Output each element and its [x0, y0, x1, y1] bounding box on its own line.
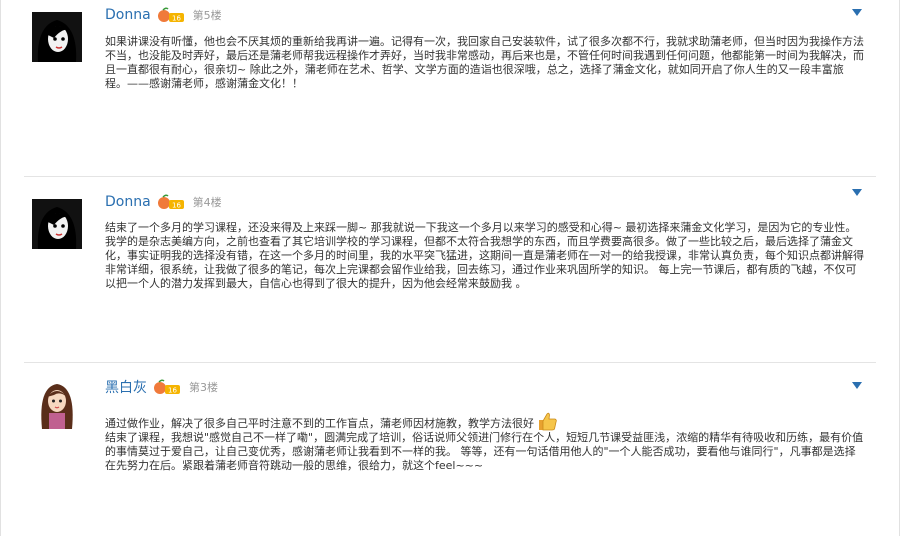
- frame-border-left: [0, 0, 1, 536]
- svg-text:16: 16: [172, 202, 181, 210]
- avatar-girl-icon: [32, 379, 82, 429]
- svg-text:16: 16: [168, 387, 177, 395]
- post-content: 通过做作业，解决了很多自己平时注意不到的工作盲点，蒲老师因材施教，教学方法很好 …: [105, 411, 865, 473]
- collapse-arrow-icon[interactable]: [852, 9, 862, 16]
- post-paragraph-text: 通过做作业，解决了很多自己平时注意不到的工作盲点，蒲老师因材施教，教学方法很好: [105, 417, 534, 430]
- post-header: Donna 16 第4楼: [105, 193, 222, 211]
- collapse-arrow-icon[interactable]: [852, 189, 862, 196]
- username-link[interactable]: Donna: [105, 194, 151, 210]
- user-avatar[interactable]: [32, 12, 82, 62]
- forum-thread: Donna 16 第5楼 如果讲课没有听懂，他也会不厌其烦的重新给我再讲一遍。记…: [0, 0, 900, 536]
- post-paragraph: 结束了课程，我想说"感觉自己不一样了嘞"，圆满完成了培训，俗话说师父领进门修行在…: [105, 431, 864, 472]
- post-paragraph: 通过做作业，解决了很多自己平时注意不到的工作盲点，蒲老师因材施教，教学方法很好: [105, 411, 865, 431]
- user-avatar[interactable]: [32, 199, 82, 249]
- reply-post-3: 黑白灰 16 第3楼 通过做作业，解决了很多自己平时注意不到的工作盲点，蒲老师因…: [24, 362, 876, 537]
- user-avatar[interactable]: [32, 379, 82, 429]
- thumbs-up-icon: [539, 412, 557, 431]
- post-paragraph: 结束了一个多月的学习课程，还没来得及上来踩一脚~ 那我就说一下我这一个多月以来学…: [105, 221, 864, 290]
- peach-level-icon: 16: [157, 194, 184, 210]
- floor-number: 第5楼: [192, 9, 222, 22]
- peach-level-icon: 16: [154, 379, 180, 395]
- post-content: 结束了一个多月的学习课程，还没来得及上来踩一脚~ 那我就说一下我这一个多月以来学…: [105, 221, 865, 291]
- username-link[interactable]: 黑白灰: [105, 377, 147, 397]
- svg-text:16: 16: [172, 15, 181, 23]
- avatar-dark-hair-icon: [32, 12, 82, 62]
- post-content: 如果讲课没有听懂，他也会不厌其烦的重新给我再讲一遍。记得有一次，我回家自己安装软…: [105, 35, 865, 91]
- reply-post-4: Donna 16 第4楼 结束了一个多月的学习课程，还没来得及上来踩一脚~ 那我…: [24, 176, 876, 363]
- post-paragraph: 如果讲课没有听懂，他也会不厌其烦的重新给我再讲一遍。记得有一次，我回家自己安装软…: [105, 35, 864, 90]
- post-header: 黑白灰 16 第3楼: [105, 378, 218, 396]
- floor-number: 第3楼: [189, 381, 218, 394]
- post-header: Donna 16 第5楼: [105, 6, 222, 24]
- floor-number: 第4楼: [192, 196, 222, 209]
- peach-level-icon: 16: [157, 7, 184, 23]
- collapse-arrow-icon[interactable]: [852, 382, 862, 389]
- username-link[interactable]: Donna: [105, 7, 151, 23]
- reply-post-5: Donna 16 第5楼 如果讲课没有听懂，他也会不厌其烦的重新给我再讲一遍。记…: [24, 0, 876, 176]
- avatar-dark-hair-icon: [32, 199, 82, 249]
